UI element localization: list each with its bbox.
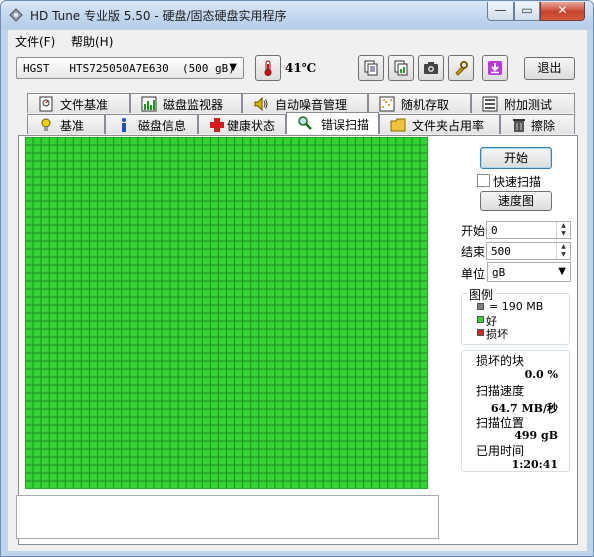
- tab-error-scan[interactable]: 错误扫描: [286, 112, 379, 134]
- copy-image-button[interactable]: [388, 55, 414, 81]
- damaged-blocks-label: 损坏的块: [476, 354, 525, 368]
- screenshot-button[interactable]: [418, 55, 444, 81]
- copy-text-button[interactable]: [358, 55, 384, 81]
- block-grid: [25, 137, 428, 489]
- tab-label: 健康状态: [227, 119, 276, 133]
- health-cross-icon: [210, 118, 224, 132]
- tab-disk-monitor[interactable]: 磁盘监视器: [130, 93, 242, 113]
- quick-scan-label: 快速扫描: [493, 175, 542, 189]
- options-button[interactable]: [448, 55, 474, 81]
- scan-position-value: 499 gB: [514, 429, 558, 442]
- unit-select[interactable]: gB ▼: [487, 262, 571, 282]
- tab-label: 错误扫描: [321, 118, 370, 132]
- tab-file-benchmark[interactable]: 文件基准: [27, 93, 130, 113]
- tab-folder-usage[interactable]: 文件夹占用率: [379, 114, 500, 134]
- legend-bad-label: 损坏: [486, 328, 508, 341]
- client-area: 文件(F) 帮助(H) HGST HTS725050A7E630 (500 gB…: [8, 30, 587, 551]
- close-button[interactable]: ✕: [540, 2, 585, 21]
- chevron-down-icon: ▼: [229, 62, 237, 73]
- start-field-value: 0: [491, 224, 498, 237]
- tab-label: 基准: [60, 119, 85, 133]
- drive-select[interactable]: HGST HTS725050A7E630 (500 gB) ▼: [16, 57, 244, 79]
- tab-label: 文件夹占用率: [412, 119, 485, 133]
- copy-text-icon: [364, 60, 378, 76]
- chevron-down-icon: ▼: [558, 266, 566, 277]
- tab-disk-info[interactable]: 磁盘信息: [105, 114, 198, 134]
- tab-label: 擦除: [531, 119, 556, 133]
- tab-label: 磁盘信息: [138, 119, 187, 133]
- menu-bar: 文件(F) 帮助(H): [8, 30, 587, 50]
- tab-noise-management[interactable]: 自动噪音管理: [242, 93, 368, 113]
- scan-speed-label: 扫描速度: [476, 384, 525, 398]
- start-field-label: 开始: [461, 224, 486, 238]
- app-window: HD Tune 专业版 5.50 - 硬盘/固态硬盘实用程序 — ▭ ✕ 文件(…: [0, 0, 594, 557]
- tab-label: 随机存取: [401, 98, 450, 112]
- tab-label: 附加测试: [504, 98, 553, 112]
- save-download-icon: [488, 61, 502, 75]
- temperature-readout: 41℃: [285, 61, 317, 75]
- trash-icon: [513, 119, 525, 132]
- tab-label: 磁盘监视器: [163, 98, 224, 112]
- camera-icon: [424, 62, 438, 74]
- title-bar[interactable]: HD Tune 专业版 5.50 - 硬盘/固态硬盘实用程序 — ▭ ✕: [1, 1, 593, 29]
- copy-image-icon: [394, 60, 408, 76]
- start-field[interactable]: 0 ▲ ▼: [486, 221, 571, 239]
- info-icon: [122, 118, 126, 132]
- save-button[interactable]: [482, 55, 508, 81]
- elapsed-time-label: 已用时间: [476, 444, 525, 458]
- block-map: [25, 137, 428, 489]
- magnifier-icon: [298, 116, 312, 130]
- thermometer-icon: [264, 60, 272, 76]
- legend-good-swatch: [477, 316, 484, 323]
- damaged-blocks-value: 0.0 %: [524, 368, 558, 381]
- window-title: HD Tune 专业版 5.50 - 硬盘/固态硬盘实用程序: [30, 9, 287, 23]
- file-benchmark-icon: [39, 96, 53, 112]
- log-output[interactable]: [16, 495, 439, 539]
- menu-help[interactable]: 帮助(H): [71, 33, 113, 50]
- legend-block-size: = 190 MB: [489, 300, 544, 313]
- settings-icon: [455, 61, 468, 76]
- benchmark-icon: [41, 118, 51, 131]
- app-logo-icon: [9, 8, 23, 22]
- spin-arrows-icon[interactable]: ▲ ▼: [556, 222, 570, 238]
- quick-scan-checkbox[interactable]: [477, 174, 490, 187]
- exit-button[interactable]: 退出: [524, 57, 575, 80]
- tab-benchmark[interactable]: 基准: [27, 114, 105, 134]
- tab-label: 自动噪音管理: [275, 98, 348, 112]
- elapsed-time-value: 1:20:41: [511, 458, 558, 471]
- extra-tests-icon: [482, 96, 498, 112]
- tab-label: 文件基准: [60, 98, 109, 112]
- minimize-button[interactable]: —: [487, 2, 514, 21]
- folder-icon: [390, 118, 406, 132]
- random-access-icon: [379, 96, 395, 112]
- unit-label: 单位: [461, 267, 486, 281]
- start-button[interactable]: 开始: [480, 147, 552, 169]
- unit-select-value: gB: [492, 266, 506, 279]
- end-field-value: 500: [491, 245, 511, 258]
- drive-select-value: HGST HTS725050A7E630 (500 gB): [23, 62, 235, 75]
- tab-health[interactable]: 健康状态: [198, 114, 286, 134]
- temperature-button[interactable]: [255, 55, 281, 81]
- tab-erase[interactable]: 擦除: [500, 114, 575, 134]
- speaker-icon: [254, 96, 268, 112]
- legend-bad-swatch: [477, 329, 484, 336]
- menu-file[interactable]: 文件(F): [15, 33, 55, 50]
- disk-monitor-icon: [141, 96, 157, 112]
- speed-map-button[interactable]: 速度图: [480, 191, 552, 211]
- maximize-button[interactable]: ▭: [514, 2, 540, 21]
- tab-random-access[interactable]: 随机存取: [368, 93, 471, 113]
- legend-block-swatch: [477, 303, 484, 310]
- end-field[interactable]: 500 ▲ ▼: [486, 242, 571, 260]
- spin-arrows-icon[interactable]: ▲ ▼: [556, 243, 570, 259]
- end-field-label: 结束: [461, 245, 486, 259]
- tab-extra-tests[interactable]: 附加测试: [471, 93, 575, 113]
